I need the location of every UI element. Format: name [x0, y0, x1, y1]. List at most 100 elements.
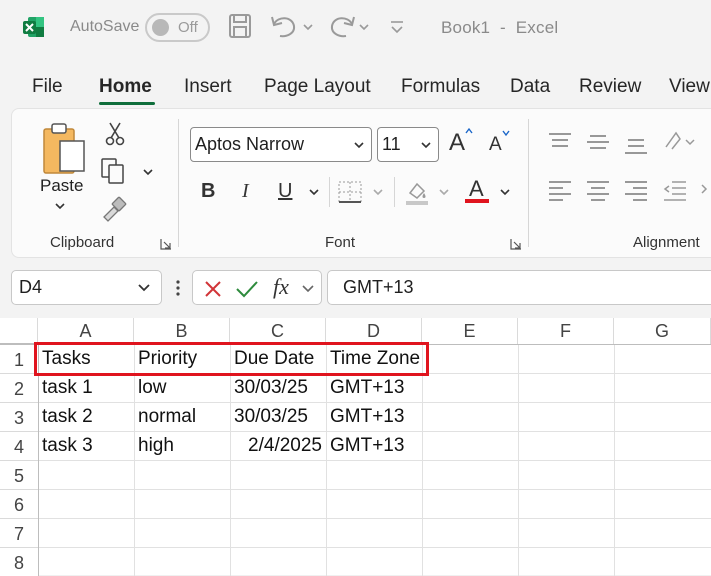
cell-a2[interactable]: task 1: [38, 374, 134, 403]
decrease-arrow-icon: [502, 130, 510, 137]
formula-value: GMT+13: [343, 277, 414, 297]
font-color-swatch: [465, 199, 489, 203]
tab-view[interactable]: View: [669, 76, 710, 98]
cell-c4[interactable]: 2/4/2025: [230, 432, 326, 461]
cell-c3[interactable]: 30/03/25: [230, 403, 326, 432]
cell-d4[interactable]: GMT+13: [326, 432, 422, 461]
group-separator: [178, 119, 179, 247]
clipboard-launcher-icon[interactable]: [160, 238, 172, 250]
fill-color-icon[interactable]: [402, 177, 432, 207]
column-header-a[interactable]: A: [38, 318, 134, 344]
cell-a3[interactable]: task 2: [38, 403, 134, 432]
format-painter-icon[interactable]: [100, 195, 128, 223]
cell-b3[interactable]: normal: [134, 403, 230, 432]
tab-data[interactable]: Data: [510, 76, 550, 98]
bottom-align-icon[interactable]: [623, 131, 649, 157]
tab-page-layout[interactable]: Page Layout: [264, 76, 371, 98]
row-header-1[interactable]: 1: [0, 345, 38, 374]
italic-button[interactable]: I: [242, 180, 249, 203]
borders-icon[interactable]: [338, 181, 362, 203]
cut-icon[interactable]: [104, 121, 126, 147]
column-header-e[interactable]: E: [422, 318, 518, 344]
ribbon-tabs: File Home Insert Page Layout Formulas Da…: [0, 70, 711, 106]
tab-formulas[interactable]: Formulas: [401, 76, 480, 98]
tab-review[interactable]: Review: [579, 76, 641, 98]
chevron-down-icon: [354, 142, 364, 149]
row-header-4[interactable]: 4: [0, 432, 38, 461]
cell-b2[interactable]: low: [134, 374, 230, 403]
row-header-6[interactable]: 6: [0, 490, 38, 519]
font-size-select[interactable]: 11: [377, 127, 439, 162]
middle-align-icon[interactable]: [585, 131, 611, 153]
column-header-b[interactable]: B: [134, 318, 230, 344]
font-name-select[interactable]: Aptos Narrow: [190, 127, 372, 162]
font-color-dropdown-icon[interactable]: [499, 187, 511, 197]
more-options-icon[interactable]: [174, 278, 182, 298]
paste-label[interactable]: Paste: [40, 176, 83, 196]
column-header-g[interactable]: G: [614, 318, 711, 344]
formula-controls: fx: [192, 270, 322, 305]
redo-icon[interactable]: [326, 12, 372, 42]
row-header-2[interactable]: 2: [0, 374, 38, 403]
orientation-icon[interactable]: [662, 129, 696, 155]
insert-function-button[interactable]: fx: [273, 274, 289, 300]
ribbon: Paste Clipboard Aptos Narrow 11 A A B I …: [11, 108, 711, 258]
underline-button[interactable]: U: [278, 180, 292, 203]
select-all-corner[interactable]: [0, 318, 38, 344]
save-icon[interactable]: [227, 12, 253, 40]
autosave-toggle[interactable]: Off: [145, 13, 210, 42]
row-header-7[interactable]: 7: [0, 519, 38, 548]
tab-home[interactable]: Home: [99, 76, 152, 98]
tab-insert[interactable]: Insert: [184, 76, 232, 98]
cell-b4[interactable]: high: [134, 432, 230, 461]
formula-input[interactable]: GMT+13: [327, 270, 711, 305]
paste-dropdown-icon[interactable]: [54, 201, 66, 211]
bold-button[interactable]: B: [201, 180, 215, 203]
title-bar: AutoSave Off Book1 - Excel: [0, 0, 711, 56]
paste-icon[interactable]: [40, 121, 88, 177]
name-box-value: D4: [19, 277, 43, 297]
alignment-group-label: Alignment: [633, 234, 700, 251]
font-launcher-icon[interactable]: [510, 238, 522, 250]
underline-dropdown-icon[interactable]: [308, 187, 320, 197]
decrease-indent-icon[interactable]: [662, 179, 688, 201]
chevron-down-icon[interactable]: [301, 284, 315, 294]
align-right-icon[interactable]: [623, 179, 649, 201]
autosave-state: Off: [178, 19, 198, 36]
autosave-label: AutoSave: [70, 18, 140, 35]
customize-toolbar-icon[interactable]: [388, 18, 406, 36]
cell-d2[interactable]: GMT+13: [326, 374, 422, 403]
group-separator: [528, 119, 529, 247]
chevron-down-icon: [421, 142, 431, 149]
copy-icon[interactable]: [100, 157, 128, 185]
borders-dropdown-icon[interactable]: [372, 187, 384, 197]
excel-logo-icon: [23, 17, 44, 37]
active-tab-indicator: [99, 102, 155, 105]
cell-d3[interactable]: GMT+13: [326, 403, 422, 432]
shrink-font-button[interactable]: A: [489, 134, 502, 156]
name-box[interactable]: D4: [11, 270, 162, 305]
cancel-icon[interactable]: [203, 279, 223, 299]
row-header-5[interactable]: 5: [0, 461, 38, 490]
align-center-icon[interactable]: [585, 179, 611, 201]
copy-dropdown-icon[interactable]: [142, 167, 154, 177]
font-group-label: Font: [325, 234, 356, 251]
undo-icon[interactable]: [268, 12, 314, 42]
enter-icon[interactable]: [235, 279, 259, 299]
fill-color-dropdown-icon[interactable]: [438, 187, 450, 197]
align-left-icon[interactable]: [547, 179, 573, 201]
top-align-icon[interactable]: [547, 131, 573, 153]
document-title: Book1 - Excel: [441, 18, 559, 37]
highlight-box: [34, 342, 429, 376]
column-header-c[interactable]: C: [230, 318, 326, 344]
grow-font-button[interactable]: A: [449, 129, 465, 157]
column-header-d[interactable]: D: [326, 318, 422, 344]
cell-a4[interactable]: task 3: [38, 432, 134, 461]
row-header-8[interactable]: 8: [0, 548, 38, 576]
cell-c2[interactable]: 30/03/25: [230, 374, 326, 403]
column-header-f[interactable]: F: [518, 318, 614, 344]
chevron-down-icon[interactable]: [137, 283, 151, 293]
row-header-3[interactable]: 3: [0, 403, 38, 432]
increase-indent-icon[interactable]: [700, 179, 711, 201]
tab-file[interactable]: File: [32, 76, 63, 98]
